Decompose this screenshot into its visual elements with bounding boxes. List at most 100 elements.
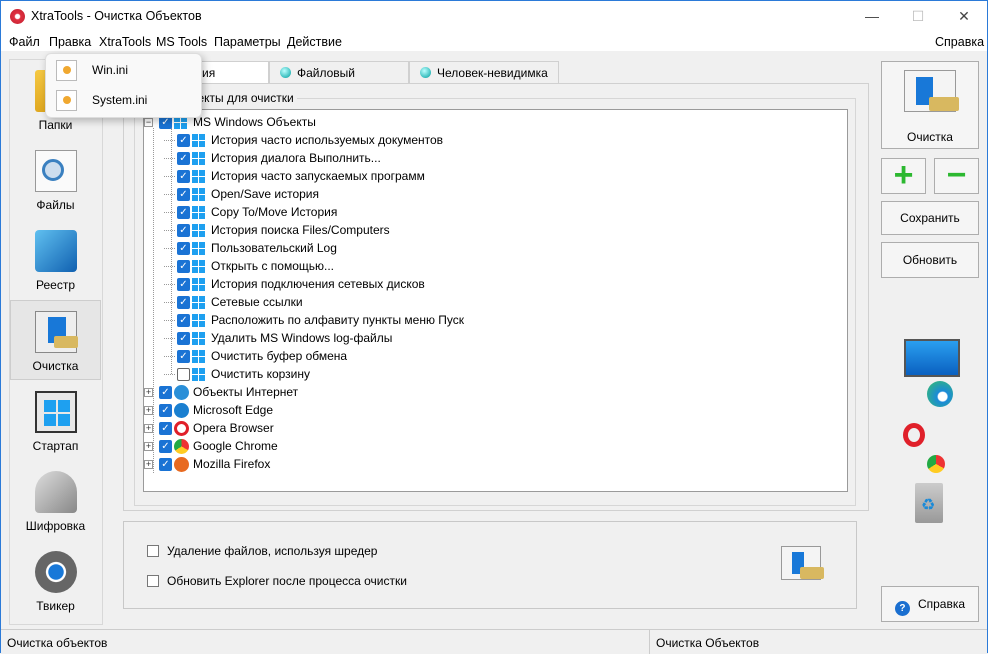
item-checkbox[interactable]: ✓ [177,296,190,309]
save-button[interactable]: Сохранить [881,201,979,235]
windows-startup-icon [35,391,77,433]
sidebar-item-files[interactable]: Файлы [10,139,101,219]
menu-help[interactable]: Справка [935,35,984,49]
item-checkbox[interactable]: ✓ [159,422,172,435]
sidebar-item-tweaker[interactable]: Твикер [10,540,101,620]
refresh-explorer-checkbox[interactable] [147,575,159,587]
item-checkbox[interactable]: ✓ [177,134,190,147]
item-checkbox[interactable]: ✓ [177,278,190,291]
tree-item-label: Mozilla Firefox [193,457,271,471]
tree-item-label: История часто используемых документов [211,133,444,147]
tree-item-label: Open/Save история [211,187,319,201]
expand-toggle[interactable]: − [144,118,153,127]
tree-item-label: Очистить буфер обмена [211,349,348,363]
menu-file[interactable]: Файл [9,35,40,49]
cleaner-icon [904,70,959,112]
tab-invisible-man[interactable]: Человек-невидимка [409,61,559,84]
help-button[interactable]: ? Справка [881,586,979,622]
tree-item[interactable]: ✓ История подключения сетевых дисков [144,275,844,293]
windows-icon [192,350,205,363]
sidebar-item-registry[interactable]: Реестр [10,219,101,299]
tree-item-browser[interactable]: + ✓ Объекты Интернет [144,383,844,401]
item-checkbox[interactable]: ✓ [159,458,172,471]
firefox-icon [174,457,189,472]
menu-xtratools[interactable]: XtraTools [99,35,151,49]
menu-edit[interactable]: Правка [49,35,91,49]
item-checkbox[interactable]: ✓ [177,350,190,363]
item-checkbox[interactable]: ✓ [177,332,190,345]
item-checkbox[interactable]: ✓ [177,188,190,201]
tree-connector [164,338,175,339]
tree-item[interactable]: ✓ История часто запускаемых программ [144,167,844,185]
item-checkbox[interactable]: ✓ [177,224,190,237]
tree-item[interactable]: ✓ История поиска Files/Computers [144,221,844,239]
tree-item[interactable]: Очистить корзину [144,365,844,383]
objects-tree[interactable]: − ✓ MS Windows Объекты ✓ История часто испол… [143,109,848,492]
close-button[interactable]: ✕ [941,1,987,33]
item-checkbox[interactable]: ✓ [159,386,172,399]
tree-item[interactable]: ✓ Пользовательский Log [144,239,844,257]
expand-toggle[interactable]: + [144,406,153,415]
item-checkbox[interactable]: ✓ [159,404,172,417]
sidebar-item-encryption[interactable]: Шифровка [10,460,101,540]
tab-label: Человек-невидимка [437,66,548,80]
internet-explorer-icon [174,385,189,400]
add-button[interactable]: + [881,158,926,194]
tree-item-label: История диалога Выполнить... [211,151,381,165]
shredder-option[interactable]: Удаление файлов, используя шредер [147,544,377,558]
item-checkbox[interactable] [177,368,190,381]
tree-item[interactable]: ✓ Открыть с помощью... [144,257,844,275]
item-checkbox[interactable]: ✓ [177,206,190,219]
tree-item[interactable]: ✓ Сетевые ссылки [144,293,844,311]
item-checkbox[interactable]: ✓ [177,152,190,165]
expand-toggle[interactable]: + [144,442,153,451]
option-label: Обновить Explorer после процесса очистки [167,574,407,588]
tree-item-ms-windows[interactable]: − ✓ MS Windows Объекты [144,113,844,131]
status-left: Очистка объектов [7,636,108,650]
tree-item-browser[interactable]: + ✓ Opera Browser [144,419,844,437]
item-checkbox[interactable]: ✓ [177,170,190,183]
tree-connector [164,176,175,177]
tab-file-shredder[interactable]: Файловый шредер [269,61,409,94]
tree-item[interactable]: ✓ Copy To/Move История [144,203,844,221]
tree-item[interactable]: ✓ Расположить по алфавиту пункты меню Пус… [144,311,844,329]
remove-button[interactable]: − [934,158,979,194]
clean-button-label: Очистка [907,130,953,144]
tree-item-browser[interactable]: + ✓ Mozilla Firefox [144,455,844,473]
item-checkbox[interactable]: ✓ [159,440,172,453]
windows-icon [192,296,205,309]
windows-icon [192,278,205,291]
menu-item-win-ini[interactable]: Win.ini [52,56,197,84]
refresh-explorer-option[interactable]: Обновить Explorer после процесса очистки [147,574,407,588]
menu-mstools[interactable]: MS Tools [156,35,207,49]
tree-item-browser[interactable]: + ✓ Microsoft Edge [144,401,844,419]
tree-item[interactable]: ✓ История диалога Выполнить... [144,149,844,167]
tree-item[interactable]: ✓ История часто используемых документов [144,131,844,149]
shredder-checkbox[interactable] [147,545,159,557]
tree-item-label: История поиска Files/Computers [211,223,390,237]
tree-item[interactable]: ✓ Удалить MS Windows log-файлы [144,329,844,347]
refresh-button[interactable]: Обновить [881,242,979,278]
expand-toggle[interactable]: + [144,424,153,433]
maximize-button[interactable]: ☐ [895,1,941,33]
recycle-bin-icon: ♻ [915,483,943,523]
item-checkbox[interactable]: ✓ [177,242,190,255]
tree-item-browser[interactable]: + ✓ Google Chrome [144,437,844,455]
tree-item[interactable]: ✓ Open/Save история [144,185,844,203]
item-checkbox[interactable]: ✓ [177,314,190,327]
minimize-button[interactable]: — [849,1,895,33]
tree-connector [164,248,175,249]
tree-item-label: История часто запускаемых программ [211,169,425,183]
item-checkbox[interactable]: ✓ [177,260,190,273]
tree-connector [164,284,175,285]
sidebar-item-startup[interactable]: Стартап [10,380,101,460]
expand-toggle[interactable]: + [144,388,153,397]
menu-action[interactable]: Действие [287,35,342,49]
tree-connector [164,158,175,159]
tree-item[interactable]: ✓ Очистить буфер обмена [144,347,844,365]
menu-item-system-ini[interactable]: System.ini [52,86,197,114]
sidebar-item-cleaner[interactable]: Очистка [10,300,101,380]
menu-parameters[interactable]: Параметры [214,35,281,49]
expand-toggle[interactable]: + [144,460,153,469]
clean-button[interactable]: Очистка [881,61,979,149]
